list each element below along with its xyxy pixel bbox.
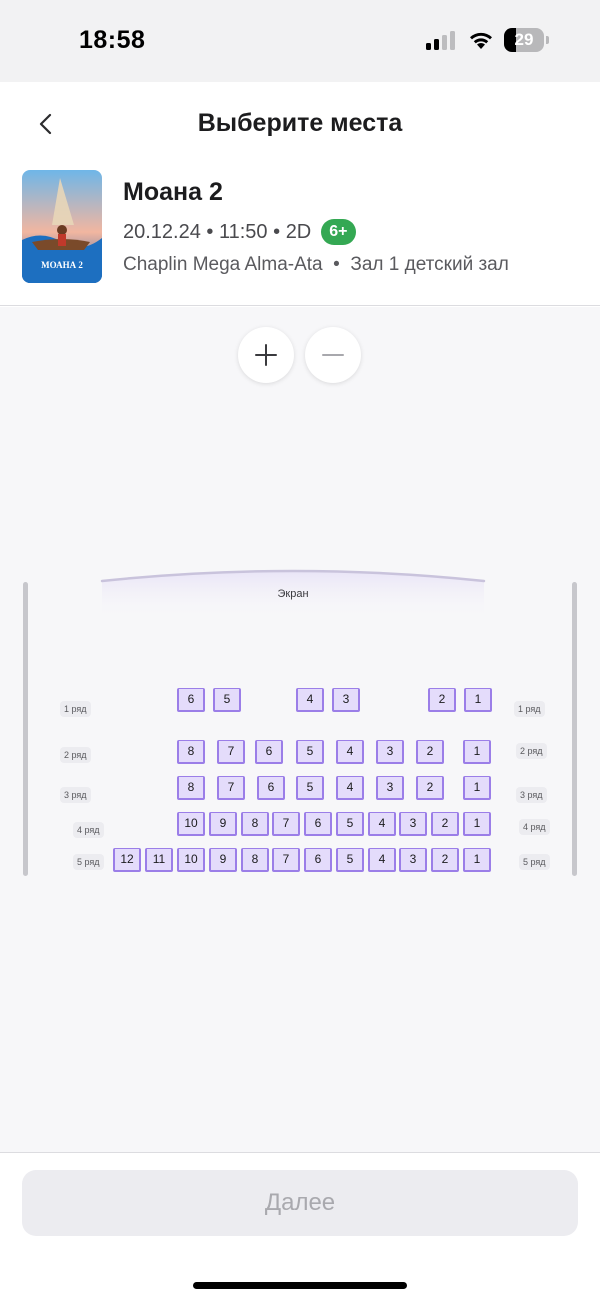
row-label-left: 5 ряд [73, 854, 104, 870]
page-title: Выберите места [197, 109, 403, 137]
battery-icon: 29 [504, 28, 544, 52]
seat[interactable]: 2 [428, 688, 456, 712]
seat[interactable]: 1 [463, 740, 491, 764]
seat[interactable]: 2 [431, 848, 459, 872]
row-label-left: 3 ряд [60, 787, 91, 803]
battery-percent: 29 [514, 30, 534, 49]
battery-nub [546, 36, 549, 44]
status-bar: 18:58 29 [0, 0, 600, 82]
session-format: 2D [285, 220, 312, 243]
seat[interactable]: 5 [213, 688, 241, 712]
seat[interactable]: 5 [296, 776, 324, 800]
status-time: 18:58 [79, 26, 146, 54]
seat[interactable]: 10 [177, 812, 205, 836]
seat[interactable]: 9 [209, 812, 237, 836]
seat[interactable]: 1 [463, 812, 491, 836]
cinema-name: Chaplin Mega Alma-Ata [123, 254, 323, 275]
seat[interactable]: 2 [416, 776, 444, 800]
screen-label: Экран [277, 588, 309, 600]
seat[interactable]: 5 [296, 740, 324, 764]
seat[interactable]: 1 [463, 776, 491, 800]
meta-separator: • [327, 254, 346, 275]
zoom-in-button[interactable] [238, 327, 294, 383]
seat[interactable]: 7 [272, 848, 300, 872]
hall-wall-left [23, 582, 28, 876]
seat[interactable]: 10 [177, 848, 205, 872]
seat[interactable]: 11 [145, 848, 173, 872]
row-label-right: 3 ряд [516, 787, 547, 803]
seat[interactable]: 5 [336, 848, 364, 872]
seat[interactable]: 2 [431, 812, 459, 836]
row-label-right: 5 ряд [519, 854, 550, 870]
movie-info: МОАНА 2 Моана 2 20.12.24 • 11:50 • 2D 6+… [0, 166, 600, 306]
seat[interactable]: 4 [368, 812, 396, 836]
row-label-right: 2 ряд [516, 743, 547, 759]
seat[interactable]: 12 [113, 848, 141, 872]
seat[interactable]: 7 [217, 740, 245, 764]
session-meta: 20.12.24 • 11:50 • 2D 6+ [123, 219, 356, 245]
session-time: 11:50 [218, 220, 268, 243]
movie-poster[interactable]: МОАНА 2 [22, 170, 102, 283]
row-label-left: 2 ряд [60, 747, 91, 763]
seat[interactable]: 6 [255, 740, 283, 764]
seat[interactable]: 6 [257, 776, 285, 800]
seat[interactable]: 5 [336, 812, 364, 836]
seat[interactable]: 8 [241, 812, 269, 836]
seat[interactable]: 4 [336, 776, 364, 800]
seat[interactable]: 3 [399, 848, 427, 872]
age-rating-badge: 6+ [321, 219, 356, 245]
seat[interactable]: 8 [177, 740, 205, 764]
home-indicator [193, 1282, 407, 1289]
row-label-left: 1 ряд [60, 701, 91, 717]
meta-separator: • [267, 220, 286, 243]
seat[interactable]: 7 [272, 812, 300, 836]
session-date: 20.12.24 [123, 220, 201, 243]
seat[interactable]: 3 [376, 740, 404, 764]
seat[interactable]: 3 [376, 776, 404, 800]
seat[interactable]: 4 [336, 740, 364, 764]
next-button[interactable]: Далее [22, 1170, 578, 1236]
row-label-left: 4 ряд [73, 822, 104, 838]
row-label-right: 4 ряд [519, 819, 550, 835]
seat[interactable]: 3 [332, 688, 360, 712]
hall-wall-right [572, 582, 577, 876]
cellular-signal-icon [426, 30, 456, 50]
seat[interactable]: 8 [177, 776, 205, 800]
hall-name: Зал 1 детский зал [350, 254, 509, 275]
row-label-right: 1 ряд [514, 701, 545, 717]
wifi-icon [470, 32, 492, 49]
bottom-panel: Далее [0, 1152, 600, 1300]
seat[interactable]: 7 [217, 776, 245, 800]
seat[interactable]: 6 [304, 848, 332, 872]
seat[interactable]: 2 [416, 740, 444, 764]
seat[interactable]: 3 [399, 812, 427, 836]
seat[interactable]: 4 [368, 848, 396, 872]
seat[interactable]: 4 [296, 688, 324, 712]
seat-map[interactable]: Экран 1 ряд 1 ряд 6 5 4 3 2 1 2 ряд 2 ряд 8 7 6 5 4 3 2 1… [0, 307, 600, 1152]
seat[interactable]: 9 [209, 848, 237, 872]
seat[interactable]: 6 [177, 688, 205, 712]
meta-separator: • [200, 220, 219, 243]
poster-title: МОАНА 2 [41, 260, 83, 270]
movie-title: Моана 2 [123, 178, 223, 206]
seat[interactable]: 6 [304, 812, 332, 836]
cinema-hall: Chaplin Mega Alma-Ata • Зал 1 детский за… [123, 254, 509, 276]
seat[interactable]: 1 [463, 848, 491, 872]
seat[interactable]: 8 [241, 848, 269, 872]
zoom-out-button[interactable] [305, 327, 361, 383]
header: Выберите места [0, 82, 600, 166]
seat[interactable]: 1 [464, 688, 492, 712]
